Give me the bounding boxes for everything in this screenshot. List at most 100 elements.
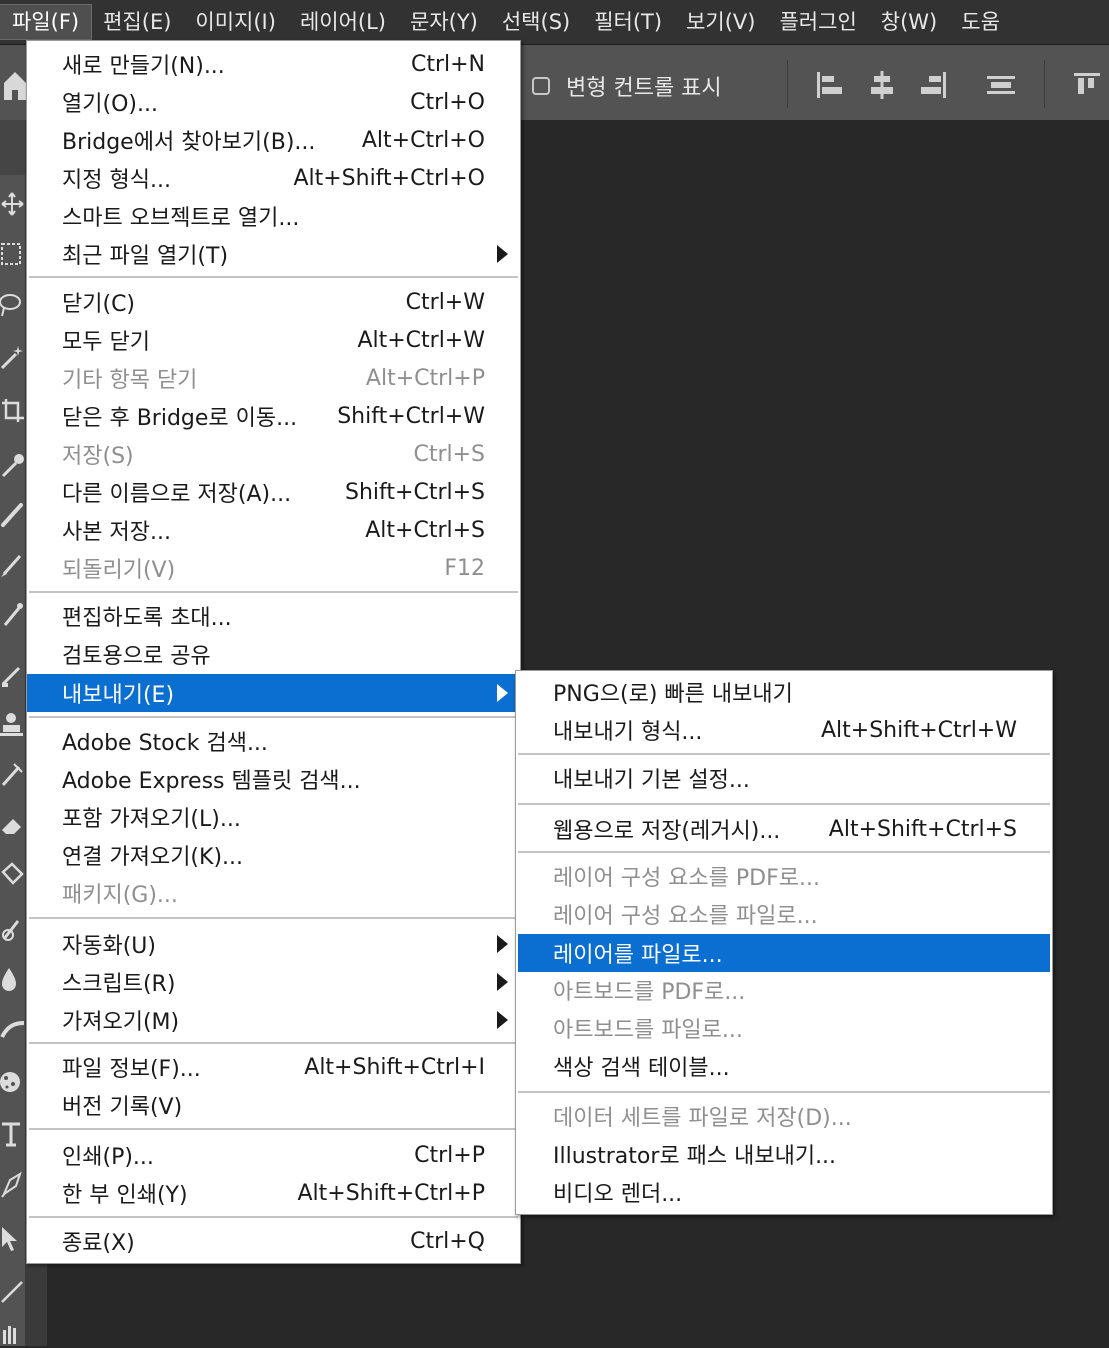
healing-brush-tool-icon[interactable] <box>0 500 25 528</box>
file-package[interactable]: 패키지(G)... <box>27 874 520 912</box>
file-search-adobe-stock[interactable]: Adobe Stock 검색... <box>27 722 520 760</box>
line-tool-icon[interactable] <box>0 1278 25 1306</box>
file-close[interactable]: 닫기(C) Ctrl+W <box>27 283 520 321</box>
file-save-as[interactable]: 다른 이름으로 저장(A)... Shift+Ctrl+S <box>27 473 520 511</box>
file-open-recent[interactable]: 최근 파일 열기(T) <box>27 235 520 273</box>
export-preferences[interactable]: 내보내기 기본 설정... <box>516 759 1052 797</box>
export-data-sets[interactable]: 데이터 세트를 파일로 저장(D)... <box>516 1097 1052 1135</box>
menu-separator <box>518 851 1050 853</box>
type-tool-icon[interactable] <box>0 1120 25 1148</box>
menu-edit[interactable]: 편집(E) <box>91 5 183 39</box>
hand-tool-icon[interactable] <box>0 1320 25 1348</box>
menu-window[interactable]: 창(W) <box>869 5 949 39</box>
file-invite-edit[interactable]: 편집하도록 초대... <box>27 597 520 635</box>
lasso-tool-icon[interactable] <box>0 290 25 318</box>
menu-item-label: 스마트 오브젝트로 열기... <box>62 206 300 231</box>
eyedropper-tool-icon[interactable] <box>0 450 25 478</box>
menu-item-label: 한 부 인쇄(Y) <box>62 1183 188 1208</box>
menu-view[interactable]: 보기(V) <box>674 5 767 39</box>
export-as[interactable]: 내보내기 형식... Alt+Shift+Ctrl+W <box>516 711 1052 749</box>
file-import[interactable]: 가져오기(M) <box>27 1001 520 1039</box>
menu-layer[interactable]: 레이어(L) <box>288 5 398 39</box>
export-artboards-files[interactable]: 아트보드를 파일로... <box>516 1009 1052 1047</box>
dodge-tool-icon[interactable] <box>0 1015 25 1043</box>
align-top-edge-icon[interactable] <box>986 70 1016 100</box>
align-center-icon[interactable] <box>867 70 897 100</box>
menu-type[interactable]: 문자(Y) <box>398 5 490 39</box>
menu-file[interactable]: 파일(F) <box>0 4 93 40</box>
blur-tool-icon[interactable] <box>0 965 25 993</box>
crop-tool-icon[interactable] <box>0 398 25 426</box>
menu-item-label: 새로 만들기(N)... <box>62 54 225 79</box>
file-revert[interactable]: 되돌리기(V) F12 <box>27 549 520 587</box>
distribute-top-icon[interactable] <box>1072 70 1102 100</box>
file-scripts[interactable]: 스크립트(R) <box>27 963 520 1001</box>
marquee-tool-icon[interactable] <box>0 240 25 268</box>
paint-bucket-tool-icon[interactable] <box>0 860 25 888</box>
history-brush-tool-icon[interactable] <box>0 660 25 688</box>
smudge-tool-icon[interactable] <box>0 915 25 943</box>
file-open[interactable]: 열기(O)... Ctrl+O <box>27 83 520 121</box>
stamp-tool-icon[interactable] <box>0 710 25 738</box>
menu-plugins[interactable]: 플러그인 <box>767 5 868 39</box>
menu-filter[interactable]: 필터(T) <box>582 5 674 39</box>
export-color-lookup[interactable]: 색상 검색 테이블... <box>516 1047 1052 1085</box>
file-save[interactable]: 저장(S) Ctrl+S <box>27 435 520 473</box>
file-share-review[interactable]: 검토용으로 공유 <box>27 635 520 673</box>
align-left-icon[interactable] <box>815 70 845 100</box>
transform-controls-toggle[interactable]: 변형 컨트롤 표시 <box>532 70 722 102</box>
file-close-others[interactable]: 기타 항목 닫기 Alt+Ctrl+P <box>27 359 520 397</box>
menu-item-label: 되돌리기(V) <box>62 558 176 583</box>
export-layer-comps-files[interactable]: 레이어 구성 요소를 파일로... <box>516 895 1052 933</box>
sponge-tool-icon[interactable] <box>0 1068 25 1096</box>
export-layers-to-files[interactable]: 레이어를 파일로... <box>518 934 1050 972</box>
file-open-as[interactable]: 지정 형식... Alt+Shift+Ctrl+O <box>27 159 520 197</box>
menu-item-label: 스크립트(R) <box>62 972 176 997</box>
export-render-video[interactable]: 비디오 렌더... <box>516 1173 1052 1211</box>
file-export[interactable]: 내보내기(E) <box>27 674 520 712</box>
path-selection-tool-icon[interactable] <box>0 1225 25 1253</box>
file-automate[interactable]: 자동화(U) <box>27 925 520 963</box>
magic-wand-tool-icon[interactable] <box>0 342 25 370</box>
export-save-for-web[interactable]: 웹용으로 저장(레거시)... Alt+Shift+Ctrl+S <box>516 810 1052 848</box>
menu-select[interactable]: 선택(S) <box>490 5 582 39</box>
export-quick-png[interactable]: PNG으(로) 빠른 내보내기 <box>516 673 1052 711</box>
menu-help[interactable]: 도움 <box>949 5 1012 39</box>
menu-item-label: 최근 파일 열기(T) <box>62 244 229 269</box>
export-artboards-pdf[interactable]: 아트보드를 PDF로... <box>516 971 1052 1009</box>
submenu-arrow-icon <box>497 245 508 263</box>
file-search-express-templates[interactable]: Adobe Express 템플릿 검색... <box>27 760 520 798</box>
move-tool-icon[interactable] <box>0 190 25 218</box>
file-new[interactable]: 새로 만들기(N)... Ctrl+N <box>27 45 520 83</box>
file-browse-bridge[interactable]: Bridge에서 찾아보기(B)... Alt+Ctrl+O <box>27 121 520 159</box>
file-place-embedded[interactable]: 포함 가져오기(L)... <box>27 798 520 836</box>
menu-separator <box>518 803 1050 805</box>
brush-tool-icon[interactable] <box>0 550 25 578</box>
clone-stamp-tool-icon[interactable] <box>0 600 25 628</box>
export-submenu: PNG으(로) 빠른 내보내기 내보내기 형식... Alt+Shift+Ctr… <box>515 670 1053 1215</box>
home-icon[interactable] <box>4 70 26 100</box>
file-print-one-copy[interactable]: 한 부 인쇄(Y) Alt+Shift+Ctrl+P <box>27 1174 520 1212</box>
eraser-tool-icon[interactable] <box>0 810 25 838</box>
file-save-copy[interactable]: 사본 저장... Alt+Ctrl+S <box>27 511 520 549</box>
file-exit[interactable]: 종료(X) Ctrl+Q <box>27 1222 520 1260</box>
file-open-smart-object[interactable]: 스마트 오브젝트로 열기... <box>27 197 520 235</box>
file-version-history[interactable]: 버전 기록(V) <box>27 1086 520 1124</box>
pen-tool-icon[interactable] <box>0 1170 25 1198</box>
file-close-all[interactable]: 모두 닫기 Alt+Ctrl+W <box>27 321 520 359</box>
menu-item-label: 색상 검색 테이블... <box>553 1056 730 1081</box>
transform-checkbox[interactable] <box>532 77 550 95</box>
file-place-linked[interactable]: 연결 가져오기(K)... <box>27 836 520 874</box>
align-right-icon[interactable] <box>918 70 948 100</box>
menu-separator <box>518 1091 1050 1093</box>
export-layer-comps-pdf[interactable]: 레이어 구성 요소를 PDF로... <box>516 857 1052 895</box>
menu-separator <box>29 917 518 919</box>
menu-item-shortcut: Alt+Ctrl+W <box>357 327 485 353</box>
file-print[interactable]: 인쇄(P)... Ctrl+P <box>27 1136 520 1174</box>
menu-image[interactable]: 이미지(I) <box>183 5 288 39</box>
file-info[interactable]: 파일 정보(F)... Alt+Shift+Ctrl+I <box>27 1048 520 1086</box>
art-brush-tool-icon[interactable] <box>0 760 25 788</box>
file-close-go-bridge[interactable]: 닫은 후 Bridge로 이동... Shift+Ctrl+W <box>27 397 520 435</box>
menu-item-label: 레이어를 파일로... <box>553 943 723 968</box>
export-paths-illustrator[interactable]: Illustrator로 패스 내보내기... <box>516 1135 1052 1173</box>
